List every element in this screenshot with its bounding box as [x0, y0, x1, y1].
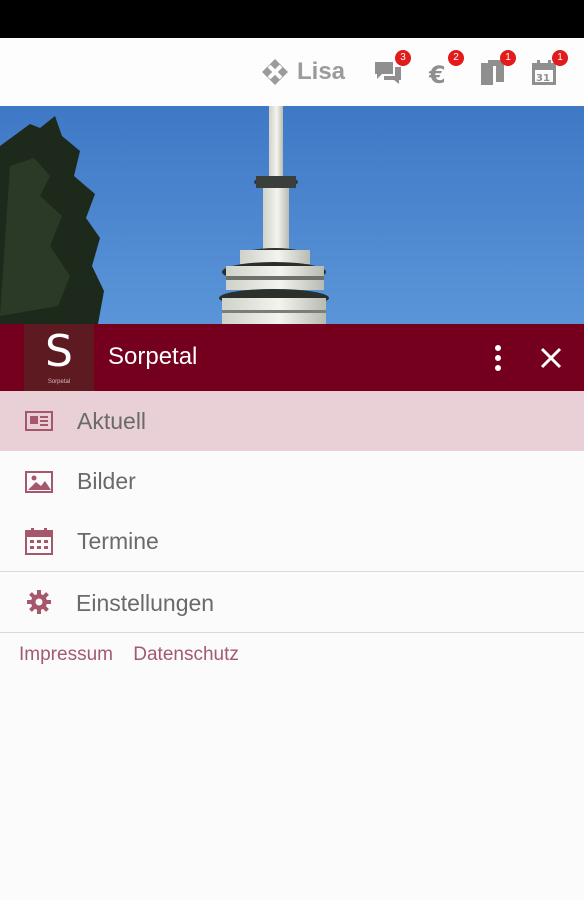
calendar-button[interactable]: 31 1: [530, 50, 568, 88]
more-vert-icon: [495, 345, 501, 371]
documents-badge: 1: [500, 50, 516, 66]
menu-label-termine: Termine: [77, 528, 159, 554]
drawer-header: S Sorpetal Sorpetal: [0, 324, 584, 391]
gear-icon: [27, 590, 51, 614]
status-bar: [0, 0, 584, 38]
close-icon: [540, 347, 562, 369]
messages-button[interactable]: 3: [373, 50, 411, 88]
settings-divider: [0, 632, 584, 633]
user-switcher[interactable]: Lisa: [261, 56, 345, 88]
svg-text:31: 31: [536, 73, 550, 84]
footer-links: Impressum Datenschutz: [19, 644, 254, 666]
datenschutz-link[interactable]: Datenschutz: [133, 644, 239, 665]
messages-badge: 3: [395, 50, 411, 66]
menu-item-einstellungen[interactable]: Einstellungen: [0, 572, 584, 632]
menu-item-bilder[interactable]: Bilder: [0, 451, 584, 511]
menu-item-aktuell[interactable]: Aktuell: [0, 391, 584, 451]
user-name: Lisa: [297, 58, 346, 85]
close-drawer-button[interactable]: [536, 343, 566, 373]
payments-badge: 2: [448, 50, 464, 66]
menu-label-aktuell: Aktuell: [77, 408, 147, 434]
calendar-badge: 1: [552, 50, 568, 66]
user-logo-icon: [262, 59, 288, 85]
drawer-title: Sorpetal: [108, 343, 198, 370]
logo-caption: Sorpetal: [47, 379, 71, 385]
menu-item-termine[interactable]: Termine: [0, 511, 584, 571]
impressum-link[interactable]: Impressum: [19, 644, 113, 665]
menu-label-einstellungen: Einstellungen: [76, 590, 215, 616]
top-bar: Lisa 3 € 2 1 31 1: [0, 38, 584, 107]
drawer-menu: Aktuell Bilder Termine Einstellungen: [0, 391, 584, 633]
menu-label-bilder: Bilder: [77, 468, 136, 494]
payments-button[interactable]: € 2: [426, 50, 464, 89]
brand-logo: S Sorpetal: [24, 324, 94, 391]
header-image: [0, 106, 584, 324]
svg-text:€: €: [428, 61, 446, 88]
newspaper-icon: [25, 411, 53, 431]
more-options-button[interactable]: [488, 343, 508, 373]
documents-button[interactable]: 1: [478, 50, 516, 88]
logo-letter: S: [45, 326, 73, 377]
image-icon: [25, 471, 53, 493]
calendar-icon: [25, 528, 53, 555]
